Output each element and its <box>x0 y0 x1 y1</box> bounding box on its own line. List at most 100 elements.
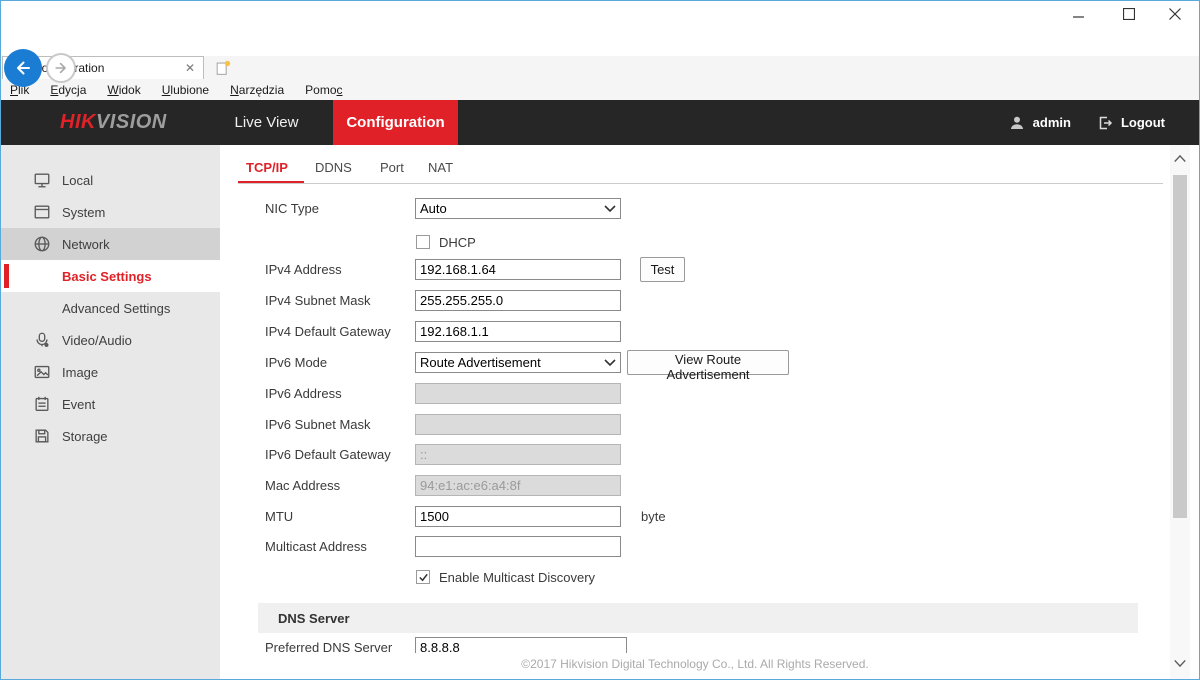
scrollbar-thumb[interactable] <box>1173 175 1187 518</box>
sidebar-item-image[interactable]: Image <box>0 356 220 388</box>
form-row-nic-type: NIC Type Auto <box>220 198 1020 222</box>
sidebar-item-event[interactable]: Event <box>0 388 220 420</box>
sidebar-item-local[interactable]: Local <box>0 164 220 196</box>
sidebar-item-storage[interactable]: Storage <box>0 420 220 452</box>
dhcp-label: DHCP <box>439 235 476 250</box>
new-tab-icon <box>214 59 232 77</box>
ipv6-address-label: IPv6 Address <box>265 386 342 401</box>
minimize-icon <box>1073 9 1084 20</box>
tab-nat[interactable]: NAT <box>428 160 453 180</box>
nic-type-select[interactable]: Auto <box>415 198 621 219</box>
menu-view[interactable]: Widok <box>107 83 140 97</box>
footer: ©2017 Hikvision Digital Technology Co., … <box>220 653 1170 680</box>
sidebar-item-network[interactable]: Network <box>0 228 220 260</box>
scroll-up-button[interactable] <box>1170 147 1190 169</box>
form-row-ipv6-mode: IPv6 Mode Route Advertisement View Route… <box>220 352 1020 376</box>
floppy-icon <box>33 427 51 445</box>
form-row-ipv4-mask: IPv4 Subnet Mask <box>220 290 1020 314</box>
sidebar-item-video-audio[interactable]: Video/Audio <box>0 324 220 356</box>
sidebar-item-basic-settings[interactable]: Basic Settings <box>0 260 220 292</box>
title-bar <box>0 0 1200 28</box>
multicast-address-input[interactable] <box>415 536 621 557</box>
image-icon <box>33 363 51 381</box>
mtu-input[interactable] <box>415 506 621 527</box>
view-route-advertisement-button[interactable]: View Route Advertisement <box>627 350 789 375</box>
multicast-discovery-checkbox[interactable] <box>416 570 430 584</box>
form-row-ipv6-mask: IPv6 Subnet Mask <box>220 414 1020 438</box>
copyright-text: ©2017 Hikvision Digital Technology Co., … <box>521 657 868 671</box>
ipv4-address-input[interactable] <box>415 259 621 280</box>
maximize-button[interactable] <box>1112 4 1146 24</box>
tab-close-icon[interactable]: ✕ <box>177 61 203 75</box>
browser-navbar: http://192.168.1.64/doc/page/config.asp <box>0 28 1200 56</box>
monitor-icon <box>33 171 51 189</box>
form-row-ipv4-gateway: IPv4 Default Gateway <box>220 321 1020 345</box>
dns-server-title: DNS Server <box>258 611 350 626</box>
ipv6-mode-select[interactable]: Route Advertisement <box>415 352 621 373</box>
ipv4-gateway-input[interactable] <box>415 321 621 342</box>
checkmark-icon <box>418 572 429 583</box>
notepad-icon <box>33 395 51 413</box>
form-row-ipv6-gateway: IPv6 Default Gateway <box>220 444 1020 468</box>
back-arrow-icon <box>13 58 33 78</box>
dhcp-checkbox[interactable] <box>416 235 430 249</box>
browser-tab-strip: Configuration ✕ <box>0 56 1200 79</box>
close-icon <box>1169 8 1181 20</box>
back-button[interactable] <box>4 49 42 87</box>
menu-edit[interactable]: Edycja <box>50 83 86 97</box>
sidebar-item-advanced-settings[interactable]: Advanced Settings <box>0 292 220 324</box>
menu-favorites[interactable]: Ulubione <box>162 83 209 97</box>
ipv6-gateway-label: IPv6 Default Gateway <box>265 447 391 462</box>
mac-address-label: Mac Address <box>265 478 340 493</box>
menu-help[interactable]: Pomoc <box>305 83 342 97</box>
menu-tools[interactable]: Narzędzia <box>230 83 284 97</box>
tab-tcpip[interactable]: TCP/IP <box>246 160 288 180</box>
config-content: TCP/IP DDNS Port NAT NIC Type Auto DHCP … <box>220 145 1200 680</box>
username: admin <box>1033 115 1071 130</box>
form-row-ipv4-address: IPv4 Address Test <box>220 259 1020 283</box>
tab-port[interactable]: Port <box>380 160 404 180</box>
scroll-down-button[interactable] <box>1170 652 1190 674</box>
forward-arrow-icon <box>53 60 69 76</box>
user-area: admin Logout <box>1009 100 1165 145</box>
chevron-up-icon <box>1173 154 1187 163</box>
form-row-mtu: MTU byte <box>220 506 1020 530</box>
form-row-multicast-discovery: Enable Multicast Discovery <box>220 568 1020 592</box>
sidebar-item-system[interactable]: System <box>0 196 220 228</box>
ipv4-address-label: IPv4 Address <box>265 262 342 277</box>
chevron-down-icon <box>1173 659 1187 668</box>
logout-button[interactable]: Logout <box>1097 115 1165 131</box>
ipv6-mask-label: IPv6 Subnet Mask <box>265 417 371 432</box>
nic-type-label: NIC Type <box>265 201 319 216</box>
browser-window: http://192.168.1.64/doc/page/config.asp <box>0 0 1200 680</box>
mtu-label: MTU <box>265 509 293 524</box>
nav-configuration[interactable]: Configuration <box>333 100 458 145</box>
form-row-dhcp: DHCP <box>220 233 1020 257</box>
new-tab-button[interactable] <box>212 59 234 77</box>
user-icon <box>1009 115 1025 131</box>
sidebar: Local System Network Basic Settings Adva… <box>0 145 220 680</box>
test-button[interactable]: Test <box>640 257 685 282</box>
form-row-mac-address: Mac Address <box>220 475 1020 499</box>
form-row-multicast: Multicast Address <box>220 536 1020 560</box>
mtu-unit-label: byte <box>641 509 666 524</box>
maximize-icon <box>1123 8 1135 20</box>
ipv4-gateway-label: IPv4 Default Gateway <box>265 324 391 339</box>
close-button[interactable] <box>1158 4 1192 24</box>
chevron-down-icon <box>604 359 616 366</box>
logout-icon <box>1097 115 1113 131</box>
ipv6-mask-input <box>415 414 621 435</box>
chevron-down-icon <box>604 205 616 212</box>
tab-ddns[interactable]: DDNS <box>315 160 352 180</box>
multicast-address-label: Multicast Address <box>265 539 367 554</box>
globe-icon <box>33 235 51 253</box>
form-row-ipv6-address: IPv6 Address <box>220 383 1020 407</box>
minimize-button[interactable] <box>1061 4 1095 24</box>
nav-live-view[interactable]: Live View <box>200 100 333 145</box>
forward-button[interactable] <box>46 53 76 83</box>
app-header: HIKVISION Live View Configuration admin … <box>0 100 1200 145</box>
multicast-discovery-label: Enable Multicast Discovery <box>439 570 595 585</box>
user-chip: admin <box>1009 115 1071 131</box>
ipv4-mask-input[interactable] <box>415 290 621 311</box>
page-scrollbar[interactable] <box>1170 145 1190 680</box>
